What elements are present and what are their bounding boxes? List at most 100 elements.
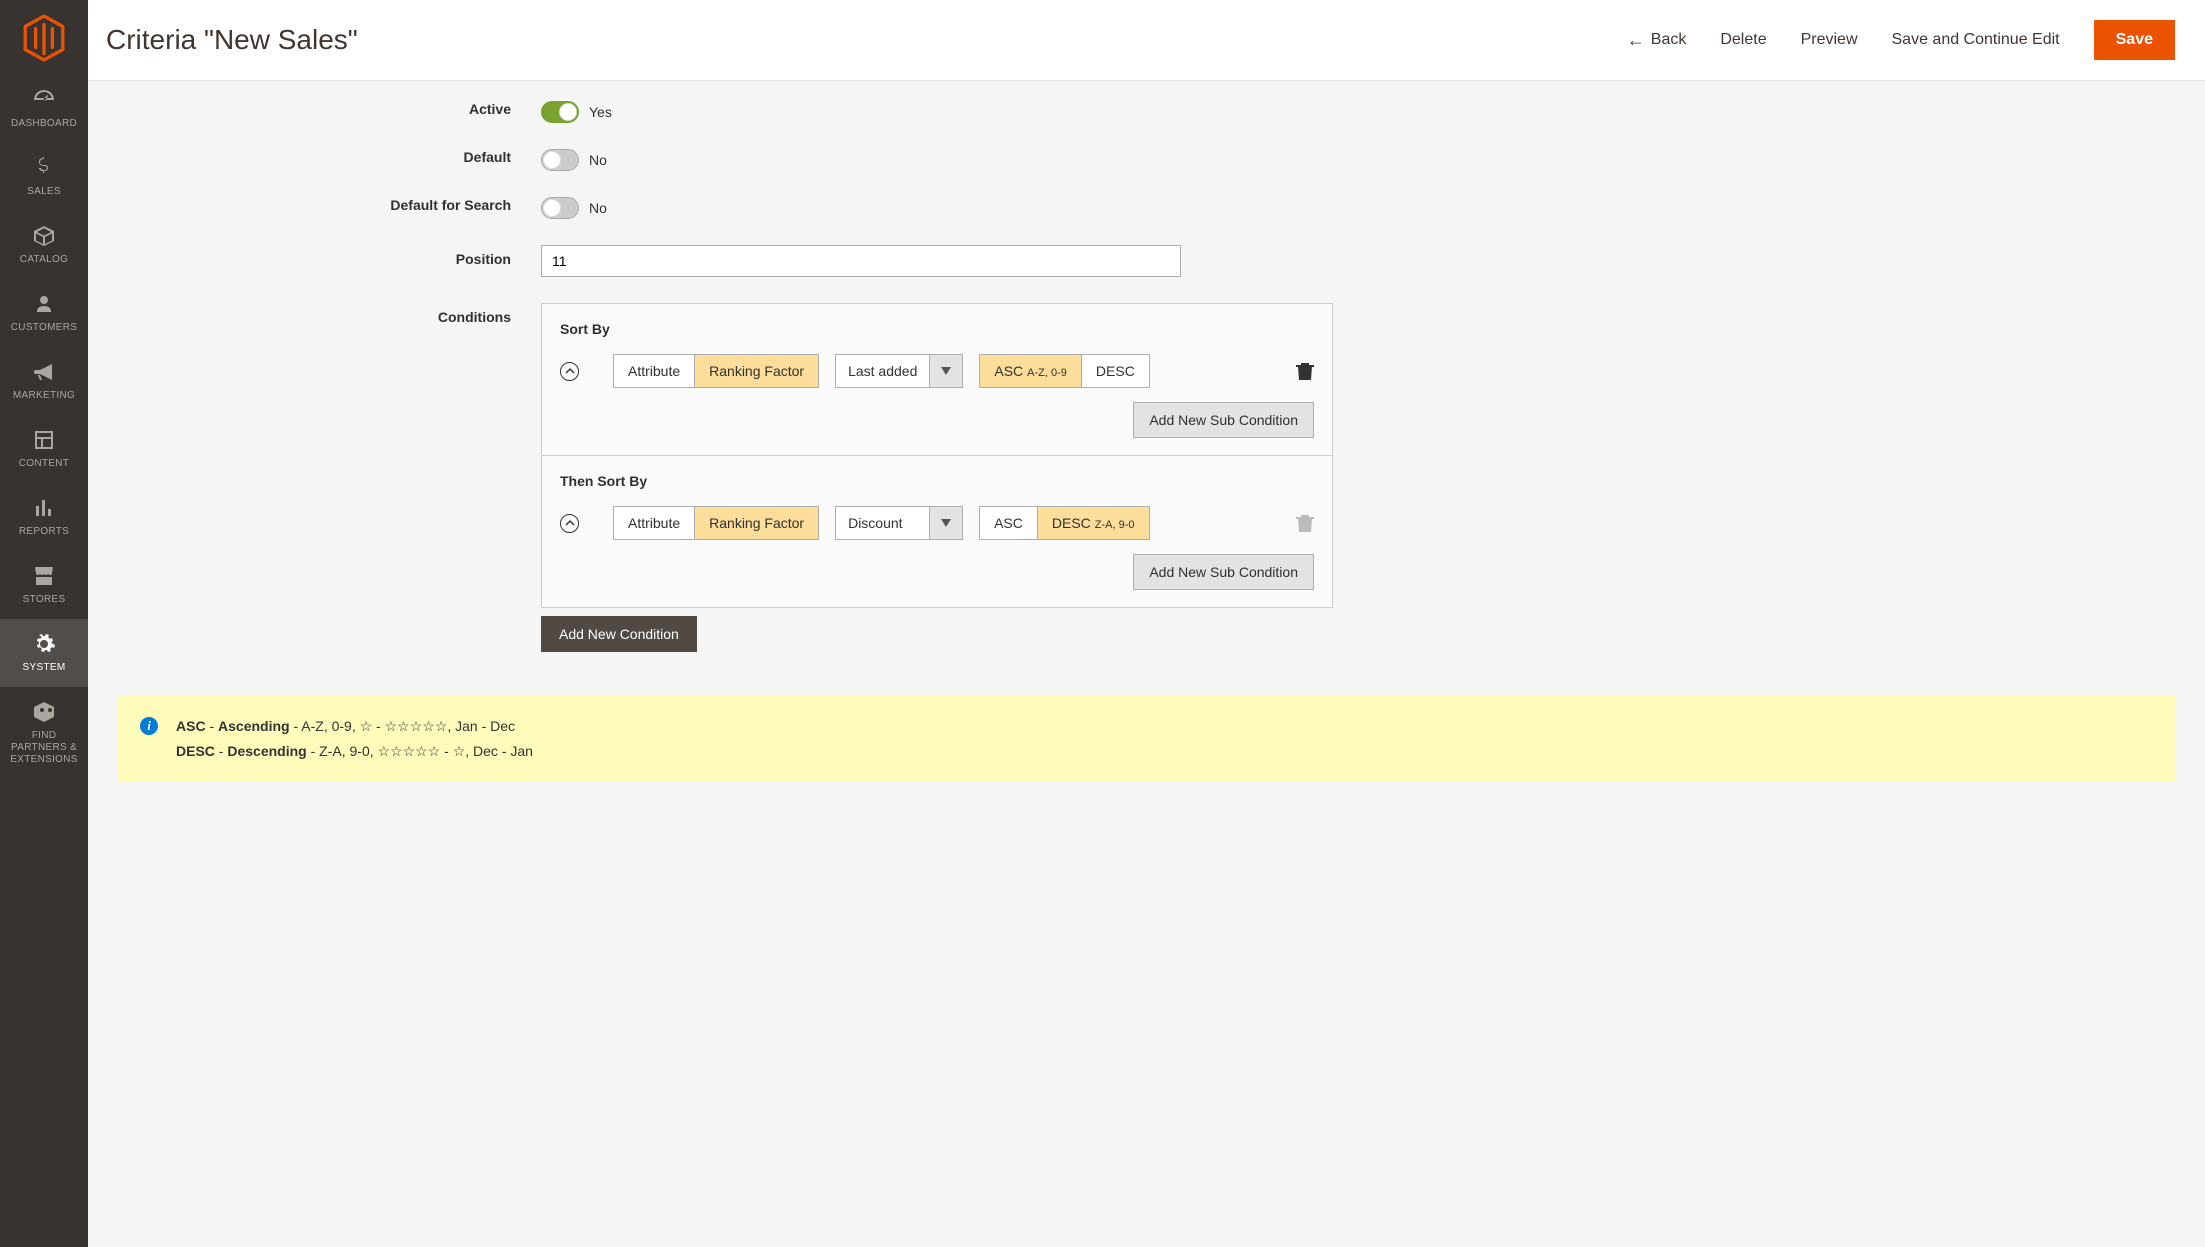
nav-system[interactable]: SYSTEM <box>0 619 88 687</box>
toggle-active-value: Yes <box>589 104 612 120</box>
select-2-value[interactable]: Discount <box>835 506 930 540</box>
dashboard-icon <box>32 88 56 112</box>
label-default-search: Default for Search <box>106 197 541 213</box>
type-toggle-2: Attribute Ranking Factor <box>613 506 819 540</box>
trash-icon <box>1296 513 1314 533</box>
toggle-default-search[interactable] <box>541 197 579 219</box>
preview-button[interactable]: Preview <box>1801 31 1858 49</box>
delete-condition-2[interactable] <box>1296 513 1314 533</box>
store-icon <box>32 564 56 588</box>
type-toggle-1: Attribute Ranking Factor <box>613 354 819 388</box>
btn-asc-2[interactable]: ASC <box>980 507 1037 539</box>
toggle-active[interactable] <box>541 101 579 123</box>
btn-ranking-1[interactable]: Ranking Factor <box>694 355 818 387</box>
nav-stores[interactable]: STORES <box>0 551 88 619</box>
select-1: Last added <box>835 354 963 388</box>
back-button[interactable]: ← Back <box>1627 30 1687 51</box>
position-control <box>541 245 1181 277</box>
label-position: Position <box>106 245 541 267</box>
row-default: Default No <box>106 149 2175 171</box>
dollar-icon <box>32 156 56 180</box>
nav-marketing[interactable]: MARKETING <box>0 347 88 415</box>
select-1-arrow[interactable] <box>930 354 963 388</box>
nav-reports[interactable]: REPORTS <box>0 483 88 551</box>
info-asc-line: ASC - Ascending - A-Z, 0-9, ☆ - ☆☆☆☆☆, J… <box>176 714 533 739</box>
select-2-arrow[interactable] <box>930 506 963 540</box>
condition-block-sortby: Sort By Attribute Ranking Factor Last ad… <box>542 304 1332 456</box>
header-actions: ← Back Delete Preview Save and Continue … <box>1627 20 2175 60</box>
dir-toggle-1: ASCA-Z, 0-9 DESC <box>979 354 1149 388</box>
add-sub-condition-2[interactable]: Add New Sub Condition <box>1133 554 1314 590</box>
row-conditions: Conditions Sort By Attribute Ranking Fac… <box>106 303 2175 608</box>
row-default-search: Default for Search No <box>106 197 2175 219</box>
row-position: Position <box>106 245 2175 277</box>
toggle-default-search-value: No <box>589 200 607 216</box>
sortby-row: Attribute Ranking Factor Last added ASCA… <box>560 354 1314 388</box>
main-area: Criteria "New Sales" ← Back Delete Previ… <box>88 0 2205 1247</box>
thensortby-row: Attribute Ranking Factor Discount ASC <box>560 506 1314 540</box>
sortby-title: Sort By <box>560 321 1314 337</box>
condition-block-thensortby: Then Sort By Attribute Ranking Factor Di… <box>542 456 1332 607</box>
thensortby-sub-row: Add New Sub Condition <box>560 554 1314 590</box>
nav-dashboard[interactable]: DASHBOARD <box>0 75 88 143</box>
info-box: i ASC - Ascending - A-Z, 0-9, ☆ - ☆☆☆☆☆,… <box>118 696 2175 782</box>
sortby-sub-row: Add New Sub Condition <box>560 402 1314 438</box>
chevron-up-icon <box>565 518 575 528</box>
megaphone-icon <box>32 360 56 384</box>
btn-desc-2[interactable]: DESCZ-A, 9-0 <box>1037 507 1149 539</box>
logo[interactable] <box>0 0 88 75</box>
label-conditions: Conditions <box>106 303 541 325</box>
info-icon: i <box>140 717 158 735</box>
btn-desc-1[interactable]: DESC <box>1081 355 1149 387</box>
page-title: Criteria "New Sales" <box>106 24 358 56</box>
sidebar: DASHBOARD SALES CATALOG CUSTOMERS MARKET… <box>0 0 88 1247</box>
triangle-down-icon <box>941 367 951 375</box>
select-2: Discount <box>835 506 963 540</box>
btn-asc-1[interactable]: ASCA-Z, 0-9 <box>980 355 1081 387</box>
thensortby-title: Then Sort By <box>560 473 1314 489</box>
add-new-condition[interactable]: Add New Condition <box>541 616 697 652</box>
conditions-wrap: Sort By Attribute Ranking Factor Last ad… <box>541 303 1333 608</box>
delete-button[interactable]: Delete <box>1720 31 1766 49</box>
triangle-down-icon <box>941 519 951 527</box>
chevron-up-icon <box>565 366 575 376</box>
collapse-toggle-2[interactable] <box>560 514 579 533</box>
box-icon <box>32 224 56 248</box>
add-sub-condition-1[interactable]: Add New Sub Condition <box>1133 402 1314 438</box>
save-continue-button[interactable]: Save and Continue Edit <box>1892 31 2060 49</box>
nav-customers[interactable]: CUSTOMERS <box>0 279 88 347</box>
toggle-default-value: No <box>589 152 607 168</box>
nav-content[interactable]: CONTENT <box>0 415 88 483</box>
btn-attribute-1[interactable]: Attribute <box>614 355 694 387</box>
nav-catalog[interactable]: CATALOG <box>0 211 88 279</box>
btn-attribute-2[interactable]: Attribute <box>614 507 694 539</box>
info-desc-line: DESC - Descending - Z-A, 9-0, ☆☆☆☆☆ - ☆,… <box>176 739 533 764</box>
puzzle-icon <box>32 700 56 724</box>
toggle-active-wrap: Yes <box>541 101 612 123</box>
select-1-value[interactable]: Last added <box>835 354 930 388</box>
page-header: Criteria "New Sales" ← Back Delete Previ… <box>88 0 2205 80</box>
dir-toggle-2: ASC DESCZ-A, 9-0 <box>979 506 1149 540</box>
nav-sales[interactable]: SALES <box>0 143 88 211</box>
toggle-default-search-wrap: No <box>541 197 607 219</box>
info-text: ASC - Ascending - A-Z, 0-9, ☆ - ☆☆☆☆☆, J… <box>176 714 533 764</box>
person-icon <box>32 292 56 316</box>
save-button[interactable]: Save <box>2094 20 2175 60</box>
nav-partners[interactable]: FIND PARTNERS & EXTENSIONS <box>0 687 88 779</box>
row-addnew: Add New Condition <box>106 608 2175 652</box>
bars-icon <box>32 496 56 520</box>
form-area: Active Yes Default No Default for Search… <box>88 81 2205 682</box>
position-input[interactable] <box>541 245 1181 277</box>
delete-condition-1[interactable] <box>1296 361 1314 381</box>
toggle-default[interactable] <box>541 149 579 171</box>
toggle-default-wrap: No <box>541 149 607 171</box>
collapse-toggle-1[interactable] <box>560 362 579 381</box>
layout-icon <box>32 428 56 452</box>
btn-ranking-2[interactable]: Ranking Factor <box>694 507 818 539</box>
arrow-left-icon: ← <box>1627 30 1645 51</box>
row-active: Active Yes <box>106 101 2175 123</box>
trash-icon <box>1296 361 1314 381</box>
label-active: Active <box>106 101 541 117</box>
label-default: Default <box>106 149 541 165</box>
gear-icon <box>32 632 56 656</box>
